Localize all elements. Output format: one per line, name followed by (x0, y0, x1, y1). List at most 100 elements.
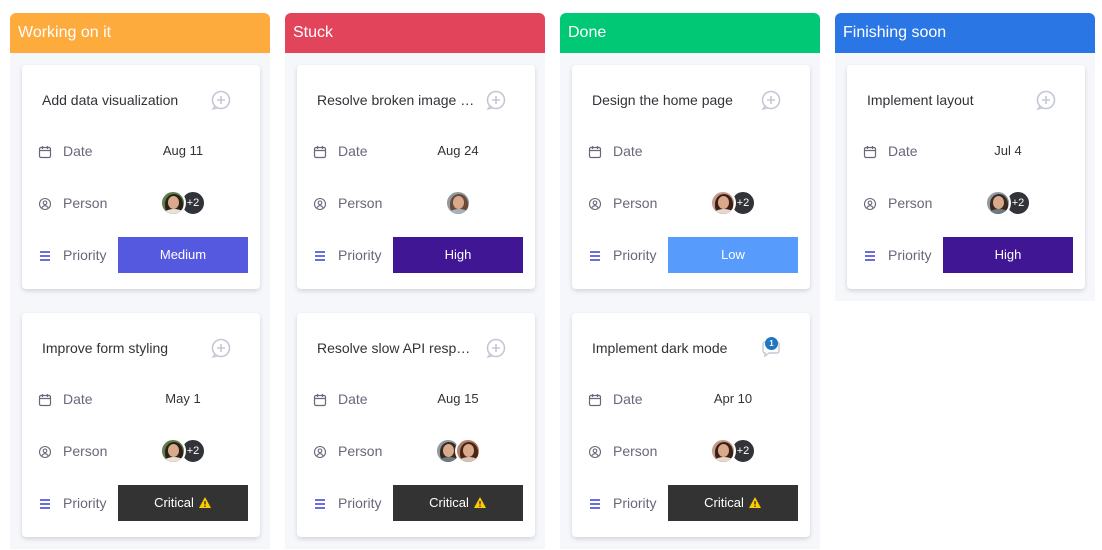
column-working-on-it: Working on it Add data visualization Dat… (10, 13, 270, 549)
date-label: Date (63, 143, 93, 159)
item-card[interactable]: Add data visualization Date Aug 11 Perso… (22, 65, 260, 289)
calendar-icon (863, 146, 877, 159)
people-value[interactable]: +2 (118, 190, 248, 216)
warning-icon (473, 497, 486, 508)
priority-status[interactable]: High (393, 237, 523, 273)
person-label: Person (888, 195, 933, 211)
column-title[interactable]: Done (560, 13, 820, 53)
avatar[interactable] (160, 438, 186, 464)
priority-lines-icon (315, 251, 325, 261)
column-title[interactable]: Stuck (285, 13, 545, 53)
date-value[interactable]: Aug 11 (118, 142, 248, 160)
priority-label: Priority (338, 247, 382, 263)
priority-text: Critical (429, 495, 469, 510)
priority-status[interactable]: Critical (393, 485, 523, 521)
person-icon (863, 197, 877, 211)
column-done: Done Design the home page Date Person +2… (560, 13, 820, 549)
priority-label: Priority (613, 247, 657, 263)
column-title[interactable]: Finishing soon (835, 13, 1095, 53)
priority-label: Priority (613, 495, 657, 511)
date-label: Date (888, 143, 918, 159)
item-card[interactable]: Implement dark mode 1 Date Apr 10 Person… (572, 313, 810, 537)
priority-status[interactable]: Low (668, 237, 798, 273)
calendar-icon (38, 394, 52, 407)
calendar-icon (313, 394, 327, 407)
person-label: Person (613, 195, 658, 211)
priority-status[interactable]: Critical (668, 485, 798, 521)
priority-label: Priority (63, 495, 107, 511)
priority-lines-icon (590, 499, 600, 509)
item-name[interactable]: Design the home page (592, 90, 750, 110)
priority-status[interactable]: High (943, 237, 1073, 273)
avatar[interactable] (710, 190, 736, 216)
date-label: Date (338, 143, 368, 159)
person-label: Person (338, 195, 383, 211)
person-icon (588, 445, 602, 459)
date-label: Date (613, 143, 643, 159)
calendar-icon (38, 146, 52, 159)
avatar[interactable] (985, 190, 1011, 216)
date-value[interactable]: Apr 10 (668, 390, 798, 408)
person-label: Person (613, 443, 658, 459)
avatar[interactable] (455, 438, 481, 464)
warning-icon (748, 497, 761, 508)
priority-label: Priority (338, 495, 382, 511)
item-name[interactable]: Resolve broken image links (317, 90, 475, 110)
priority-text: Critical (704, 495, 744, 510)
avatar[interactable] (710, 438, 736, 464)
person-icon (313, 445, 327, 459)
priority-lines-icon (40, 499, 50, 509)
item-name[interactable]: Add data visualization (42, 90, 200, 110)
priority-status[interactable]: Medium (118, 237, 248, 273)
avatar[interactable] (445, 190, 471, 216)
date-value[interactable]: Aug 15 (393, 390, 523, 408)
add-update-icon[interactable] (760, 89, 782, 111)
item-card[interactable]: Design the home page Date Person +2 Prio… (572, 65, 810, 289)
date-value[interactable]: Aug 24 (393, 142, 523, 160)
priority-label: Priority (888, 247, 932, 263)
date-value[interactable]: Jul 4 (943, 142, 1073, 160)
item-name[interactable]: Implement layout (867, 90, 1025, 110)
person-icon (313, 197, 327, 211)
item-name[interactable]: Resolve slow API response (317, 338, 475, 358)
date-label: Date (63, 391, 93, 407)
column-stuck: Stuck Resolve broken image links Date Au… (285, 13, 545, 549)
item-name[interactable]: Improve form styling (42, 338, 200, 358)
calendar-icon (588, 146, 602, 159)
priority-text: Low (721, 247, 745, 262)
priority-text: High (994, 247, 1022, 262)
person-label: Person (63, 443, 108, 459)
item-card[interactable]: Improve form styling Date May 1 Person +… (22, 313, 260, 537)
item-name[interactable]: Implement dark mode (592, 338, 750, 358)
add-update-icon[interactable] (210, 89, 232, 111)
add-update-icon[interactable] (485, 337, 507, 359)
priority-text: Medium (159, 247, 207, 262)
item-card[interactable]: Resolve broken image links Date Aug 24 P… (297, 65, 535, 289)
people-value[interactable] (393, 438, 523, 464)
people-value[interactable]: +2 (943, 190, 1073, 216)
column-finishing-soon: Finishing soon Implement layout Date Jul… (835, 13, 1095, 301)
priority-status[interactable]: Critical (118, 485, 248, 521)
people-value[interactable]: +2 (118, 438, 248, 464)
add-update-icon[interactable] (485, 89, 507, 111)
people-value[interactable] (393, 190, 523, 216)
item-card[interactable]: Implement layout Date Jul 4 Person +2 Pr… (847, 65, 1085, 289)
priority-text: Critical (154, 495, 194, 510)
column-title[interactable]: Working on it (10, 13, 270, 53)
priority-label: Priority (63, 247, 107, 263)
people-value[interactable]: +2 (668, 190, 798, 216)
person-label: Person (338, 443, 383, 459)
date-label: Date (613, 391, 643, 407)
add-update-icon[interactable] (210, 337, 232, 359)
updates-count-badge[interactable]: 1 (765, 337, 778, 350)
date-value[interactable]: May 1 (118, 390, 248, 408)
add-update-icon[interactable] (1035, 89, 1057, 111)
avatar[interactable] (160, 190, 186, 216)
priority-lines-icon (40, 251, 50, 261)
priority-lines-icon (865, 251, 875, 261)
person-icon (38, 197, 52, 211)
person-label: Person (63, 195, 108, 211)
priority-text: High (444, 247, 472, 262)
people-value[interactable]: +2 (668, 438, 798, 464)
item-card[interactable]: Resolve slow API response Date Aug 15 Pe… (297, 313, 535, 537)
